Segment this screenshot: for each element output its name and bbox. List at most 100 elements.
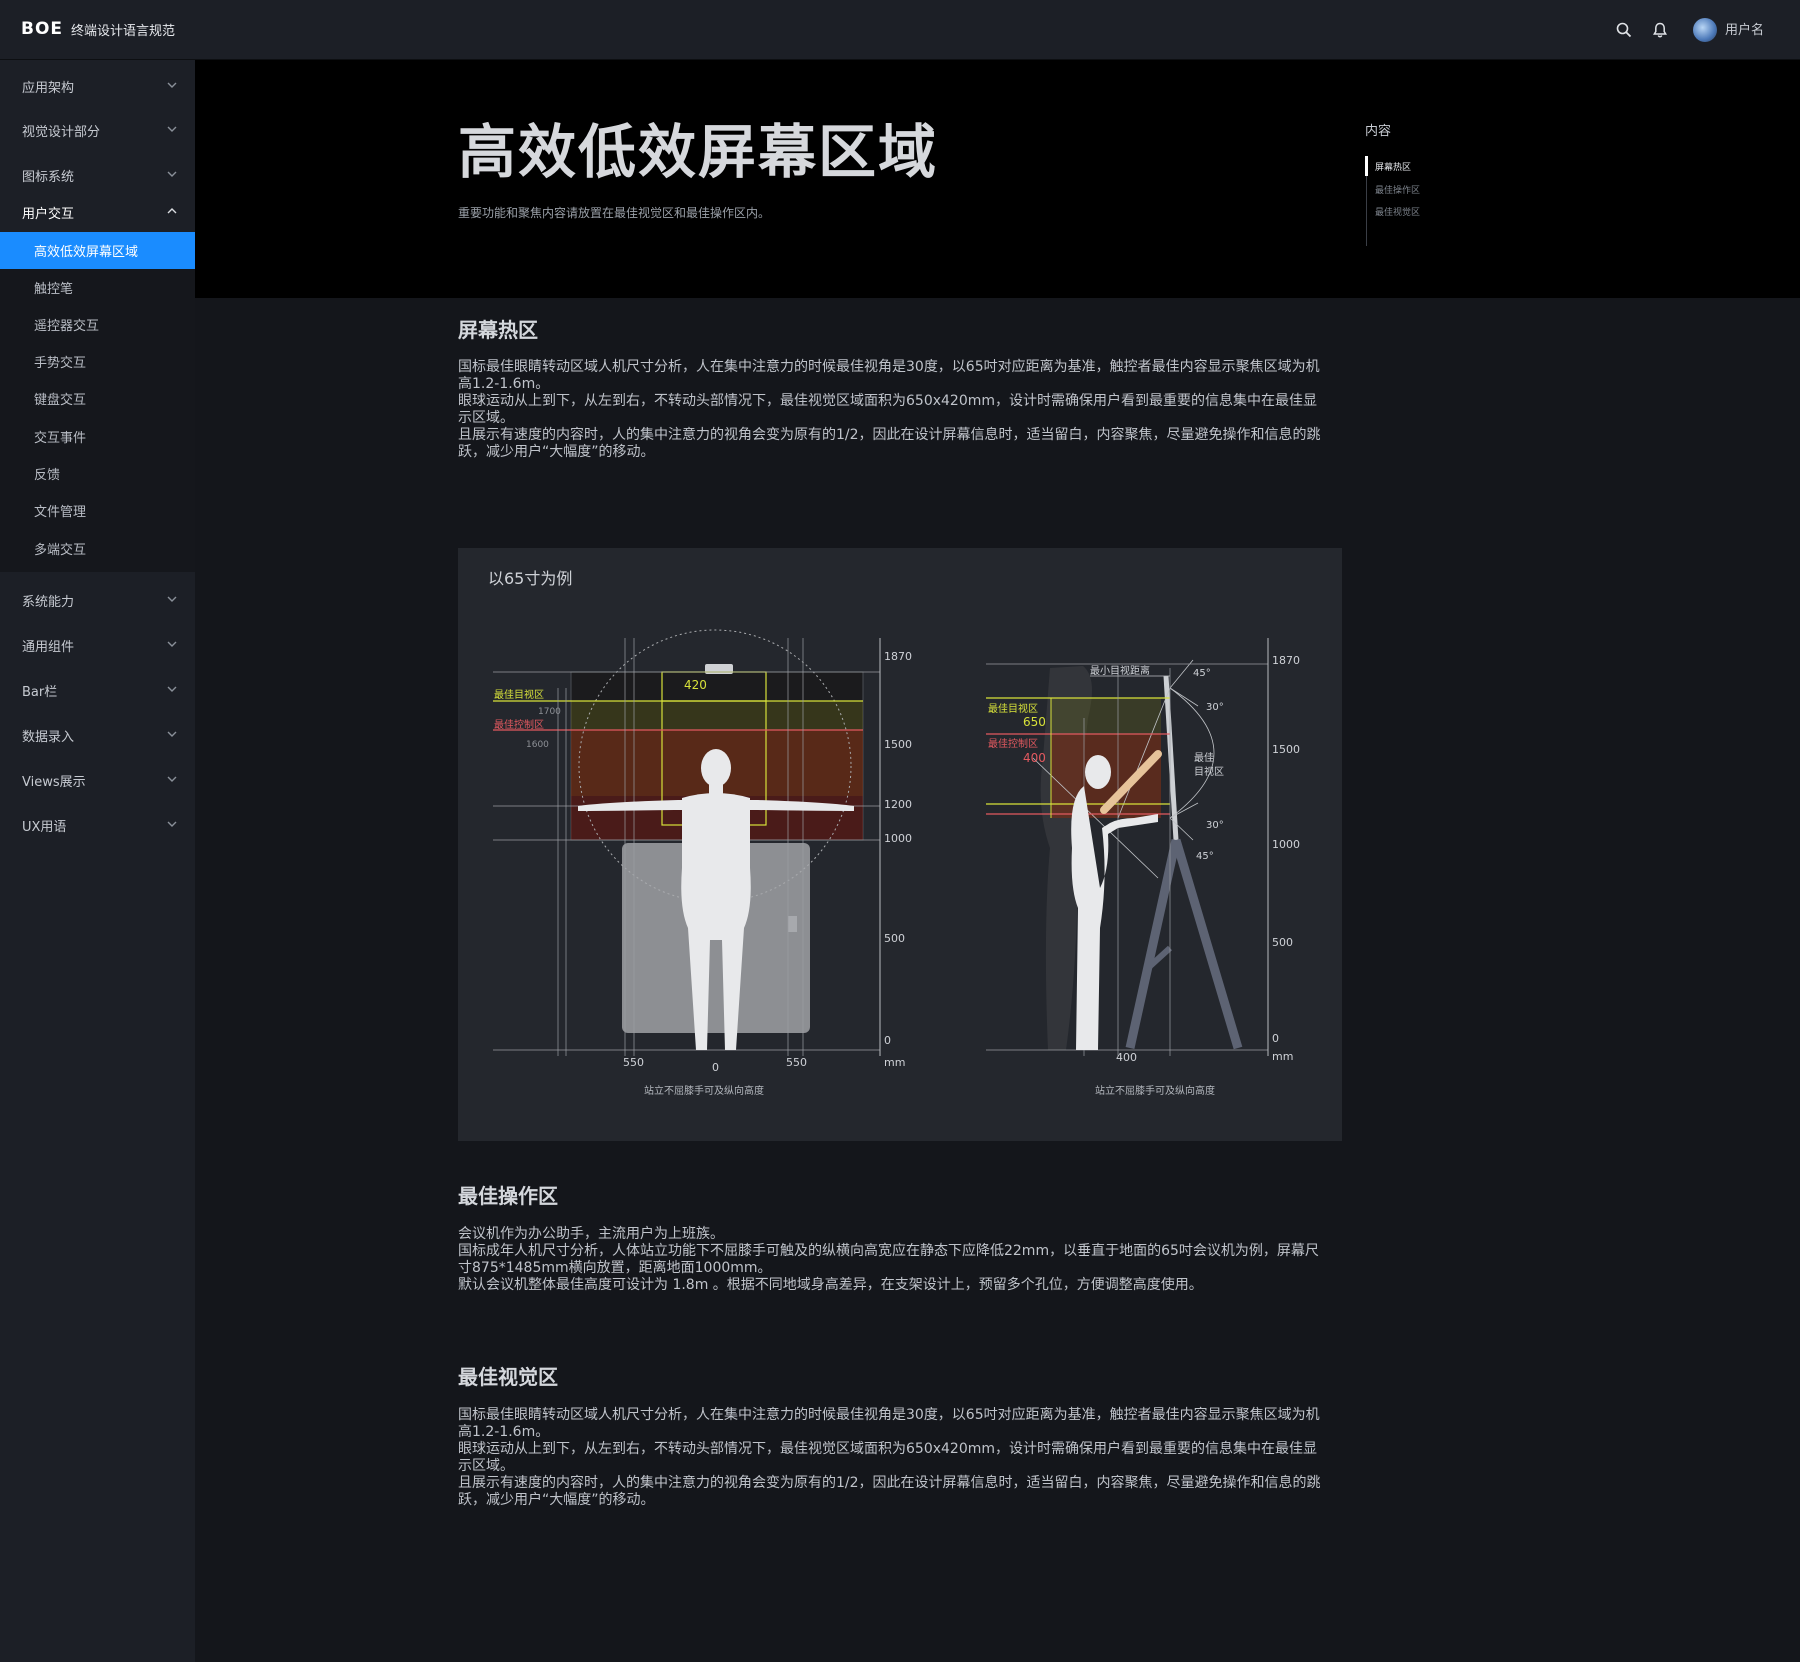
nav-group-data-entry[interactable]: 数据录入	[0, 715, 195, 755]
section-body-hotzone: 国标最佳眼睛转动区域人机尺寸分析，人在集中注意力的时候最佳视角是30度，以65吋…	[458, 359, 1373, 461]
paragraph-line: 国标成年人机尺寸分析，人体站立功能下不屈膝手可触及的纵横向高宽应在静态下应降低2…	[458, 1243, 1319, 1259]
toc-item-operation[interactable]: 最佳操作区	[1375, 183, 1420, 196]
tick-center-0: 0	[712, 1061, 719, 1074]
nav-group-label: 用户交互	[22, 206, 75, 222]
paragraph-line: 国标最佳眼睛转动区域人机尺寸分析，人在集中注意力的时候最佳视角是30度，以65吋…	[458, 359, 1320, 375]
section-title-hotzone: 屏幕热区	[458, 318, 538, 342]
side-tick-1500: 1500	[1272, 743, 1300, 756]
tick-1870: 1870	[884, 650, 912, 663]
side-tick-1870: 1870	[1272, 654, 1300, 667]
paragraph-line: 且展示有速度的内容时，人的集中注意力的视角会变为原有的1/2，因此在设计屏幕信息…	[458, 427, 1321, 443]
stand-knob	[788, 916, 797, 932]
search-icon[interactable]	[1612, 18, 1636, 42]
nav-group-icon-system[interactable]: 图标系统	[0, 155, 195, 195]
paragraph-line: 国标最佳眼睛转动区域人机尺寸分析，人在集中注意力的时候最佳视角是30度，以65吋…	[458, 1407, 1320, 1423]
paragraph-line: 会议机作为办公助手，主流用户为上班族。	[458, 1226, 724, 1242]
toc-item-visual[interactable]: 最佳视觉区	[1375, 205, 1420, 218]
section-title-visual: 最佳视觉区	[458, 1365, 558, 1389]
sub-item-stylus[interactable]: 触控笔	[0, 269, 195, 306]
nav-group-bar[interactable]: Bar栏	[0, 670, 195, 710]
label-visual-zone: 最佳目视区	[494, 688, 544, 701]
nav-group-components[interactable]: 通用组件	[0, 625, 195, 665]
page-title: 高效低效屏幕区域	[458, 118, 939, 186]
label-control-value: 1600	[526, 740, 549, 750]
sub-item-screen-zones[interactable]: 高效低效屏幕区域	[0, 232, 195, 269]
paragraph-line: 跃，减少用户“大幅度”的移动。	[458, 1492, 655, 1508]
sub-item-events[interactable]: 交互事件	[0, 418, 195, 455]
angle-label: 30°	[1206, 820, 1224, 831]
side-label-visual: 最佳目视区	[988, 702, 1038, 715]
toc-item-hotzone[interactable]: 屏幕热区	[1375, 160, 1411, 173]
label-visual-value: 1700	[538, 707, 561, 717]
side-caption: 站立不屈膝手可及纵向高度	[1095, 1084, 1215, 1097]
side-view: 最小目视距离 最佳目视区 650 最佳控制区 400 最佳 目视区 45° 30…	[986, 638, 1300, 1097]
toc-active-indicator	[1365, 156, 1368, 176]
paragraph-line: 示区域。	[458, 1458, 514, 1474]
ergonomics-diagram: 420 最佳目视区 1700 最佳控制区 1600 1870 1500 1200…	[493, 629, 1300, 1097]
sub-item-file-management[interactable]: 文件管理	[0, 492, 195, 529]
nav-group-app-architecture[interactable]: 应用架构	[0, 66, 195, 106]
sidebar: 应用架构 视觉设计部分 图标系统 用户交互 高效低效屏幕区域 触控笔 遥控器交互…	[0, 60, 195, 1662]
side-tick-500: 500	[1272, 936, 1293, 949]
chevron-up-icon	[167, 208, 177, 214]
app-title: 终端设计语言规范	[71, 23, 176, 39]
nav-group-label: Bar栏	[22, 684, 58, 700]
sub-item-multi-device[interactable]: 多端交互	[0, 530, 195, 567]
bell-icon[interactable]	[1648, 18, 1672, 42]
side-axis-unit: mm	[1272, 1050, 1293, 1063]
tick-1000: 1000	[884, 832, 912, 845]
nav-group-label: 通用组件	[22, 639, 75, 655]
side-label-visual-value: 650	[1023, 715, 1046, 729]
nav-group-ux-terms[interactable]: UX用语	[0, 805, 195, 845]
paragraph-line: 示区域。	[458, 410, 514, 426]
tick-500: 500	[884, 932, 905, 945]
nav-group-label: 图标系统	[22, 169, 75, 185]
sub-item-gesture[interactable]: 手势交互	[0, 343, 195, 380]
nav-group-label: 数据录入	[22, 729, 75, 745]
username[interactable]: 用户名	[1725, 19, 1764, 38]
paragraph-line: 跃，减少用户“大幅度”的移动。	[458, 444, 655, 460]
paragraph-line: 寸875*1485mm横向放置，距离地面1000mm。	[458, 1260, 772, 1276]
sub-item-keyboard[interactable]: 键盘交互	[0, 380, 195, 417]
paragraph-line: 高1.2-1.6m。	[458, 376, 550, 392]
section-title-operation: 最佳操作区	[458, 1184, 558, 1208]
chevron-down-icon	[167, 821, 177, 827]
label-control-zone: 最佳控制区	[494, 718, 544, 731]
axis-unit: mm	[884, 1056, 905, 1069]
chevron-down-icon	[167, 641, 177, 647]
label-width-420: 420	[684, 678, 707, 692]
logo[interactable]: BOE 终端设计语言规范	[21, 17, 175, 41]
front-view: 420 最佳目视区 1700 最佳控制区 1600 1870 1500 1200…	[493, 629, 912, 1097]
avatar[interactable]	[1693, 18, 1717, 42]
tick-0: 0	[884, 1034, 891, 1047]
paragraph-line: 默认会议机整体最佳高度可设计为 1.8m 。根据不同地域身高差异，在支架设计上，…	[458, 1277, 1203, 1293]
tick-right-550: 550	[786, 1056, 807, 1069]
paragraph-line: 眼球运动从上到下，从左到右，不转动头部情况下，最佳视觉区域面积为650x420m…	[458, 1441, 1318, 1457]
nav-group-visual-design[interactable]: 视觉设计部分	[0, 110, 195, 150]
front-caption: 站立不屈膝手可及纵向高度	[644, 1084, 764, 1097]
nav-group-user-interaction[interactable]: 用户交互	[0, 192, 195, 232]
section-body-operation: 会议机作为办公助手，主流用户为上班族。 国标成年人机尺寸分析，人体站立功能下不屈…	[458, 1226, 1373, 1294]
chevron-down-icon	[167, 126, 177, 132]
side-tick-1000: 1000	[1272, 838, 1300, 851]
section-body-visual: 国标最佳眼睛转动区域人机尺寸分析，人在集中注意力的时候最佳视角是30度，以65吋…	[458, 1407, 1373, 1509]
page-subtitle: 重要功能和聚焦内容请放置在最佳视觉区和最佳操作区内。	[458, 206, 771, 220]
paragraph-line: 高1.2-1.6m。	[458, 1424, 550, 1440]
stand-leg-front	[1125, 839, 1181, 1049]
nav-group-label: 系统能力	[22, 594, 75, 610]
chevron-down-icon	[167, 171, 177, 177]
table-of-contents: 内容 屏幕热区 最佳操作区 最佳视觉区	[1365, 120, 1565, 250]
nav-group-system-capability[interactable]: 系统能力	[0, 580, 195, 620]
paragraph-line: 眼球运动从上到下，从左到右，不转动头部情况下，最佳视觉区域面积为650x420m…	[458, 393, 1318, 409]
nav-group-views[interactable]: Views展示	[0, 760, 195, 800]
toc-title: 内容	[1365, 124, 1392, 139]
tick-1200: 1200	[884, 798, 912, 811]
best-zone-line-1: 最佳	[1194, 751, 1214, 764]
logo-mark: BOE	[21, 19, 64, 39]
side-label-control: 最佳控制区	[988, 737, 1038, 750]
angle-label: 30°	[1206, 702, 1224, 713]
sub-item-remote[interactable]: 遥控器交互	[0, 306, 195, 343]
nav-group-label: 应用架构	[22, 80, 75, 96]
side-label-control-value: 400	[1023, 751, 1046, 765]
sub-item-feedback[interactable]: 反馈	[0, 455, 195, 492]
